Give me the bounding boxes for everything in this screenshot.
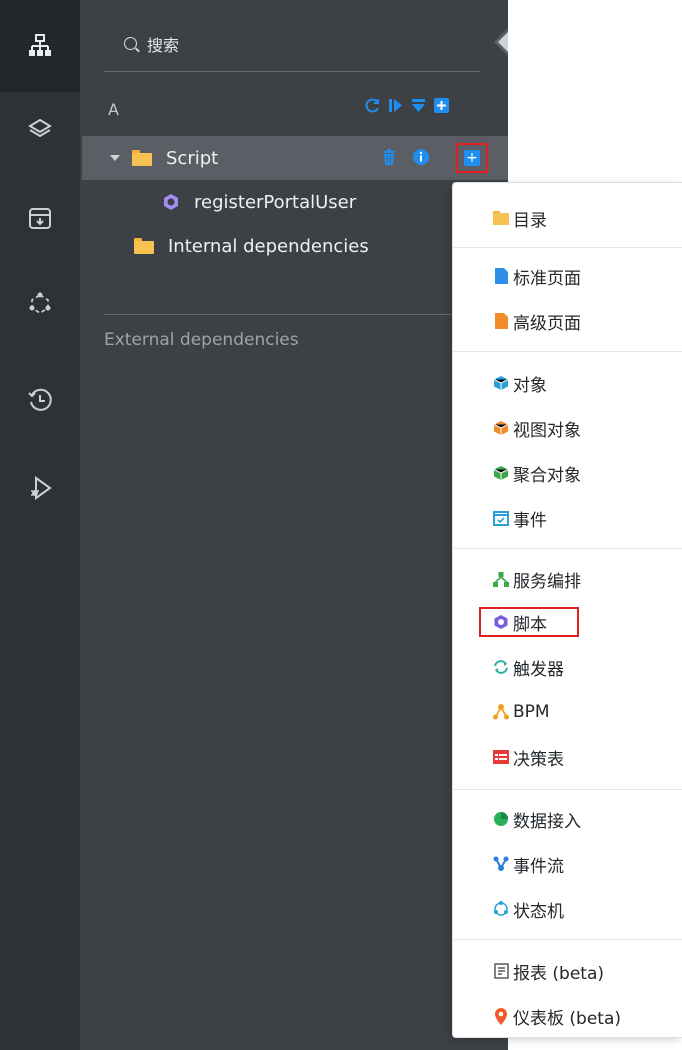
menu-item-data-integration[interactable]: 数据接入: [453, 801, 682, 837]
menu-item-service-orchestration[interactable]: 服务编排: [453, 561, 682, 597]
cube-icon: [493, 375, 509, 391]
bpm-icon: [493, 704, 509, 720]
collapse-panel-handle[interactable]: [494, 28, 508, 56]
hierarchy-icon[interactable]: [22, 28, 58, 64]
menu-item-event-stream[interactable]: 事件流: [453, 846, 682, 882]
pin-icon: [493, 1007, 509, 1025]
expand-caret-icon[interactable]: [110, 155, 120, 161]
menu-item-event[interactable]: 事件: [453, 500, 682, 536]
info-icon[interactable]: [412, 148, 430, 166]
network-icon: [493, 856, 509, 872]
debug-run-icon[interactable]: [22, 470, 58, 506]
history-icon[interactable]: [22, 382, 58, 418]
layers-icon[interactable]: [22, 112, 58, 148]
trash-icon[interactable]: [380, 148, 398, 166]
cube-icon: [493, 465, 509, 481]
menu-item-aggregate-object[interactable]: 聚合对象: [453, 455, 682, 491]
hexagon-icon: [493, 614, 509, 630]
menu-item-report[interactable]: 报表 (beta): [453, 953, 682, 989]
menu-item-trigger[interactable]: 触发器: [453, 649, 682, 685]
search-input[interactable]: 搜索: [104, 16, 480, 72]
search-icon: [124, 37, 137, 50]
trigger-icon: [493, 659, 509, 675]
calendar-icon: [493, 510, 509, 526]
add-child-button[interactable]: +: [456, 143, 488, 173]
group-toolbar: [364, 97, 450, 114]
menu-item-decision-table[interactable]: 决策表: [453, 739, 682, 775]
menu-separator: [453, 351, 682, 352]
menu-item-standard-page[interactable]: 标准页面: [453, 258, 682, 294]
pie-icon: [493, 811, 509, 827]
folder-icon: [134, 238, 154, 254]
archive-icon[interactable]: [22, 200, 58, 236]
menu-item-bpm[interactable]: BPM: [453, 694, 682, 730]
add-icon[interactable]: [433, 97, 450, 114]
tree-item-internal-dependencies[interactable]: Internal dependencies: [80, 224, 508, 268]
tree-item-script[interactable]: Script: [82, 136, 508, 180]
menu-item-script[interactable]: 脚本: [453, 604, 682, 640]
menu-item-state-machine[interactable]: 状态机: [453, 891, 682, 927]
section-divider: [104, 314, 508, 315]
page-icon: [493, 268, 509, 284]
menu-separator: [453, 548, 682, 549]
cycle-icon[interactable]: [22, 286, 58, 322]
refresh-icon[interactable]: [364, 97, 381, 114]
tree-item-label: Script: [166, 147, 219, 169]
cycle-icon: [493, 901, 509, 917]
add-context-menu: 目录 标准页面 高级页面 对象 视图对象 聚合对象 事件 服务编排 脚本 触发器: [452, 182, 682, 1038]
hexagon-script-icon: [164, 194, 178, 210]
menu-separator: [453, 789, 682, 790]
menu-separator: [453, 247, 682, 248]
tree-item-registerportaluser[interactable]: registerPortalUser: [80, 180, 508, 224]
folder-open-icon: [132, 150, 152, 166]
plus-icon: +: [464, 150, 480, 166]
table-icon: [493, 749, 509, 765]
menu-item-advanced-page[interactable]: 高级页面: [453, 303, 682, 339]
menu-item-dashboard[interactable]: 仪表板 (beta): [453, 998, 682, 1034]
group-header-label: A: [108, 100, 119, 119]
folder-icon: [493, 210, 509, 226]
row-toolbar: [380, 148, 430, 166]
menu-separator: [453, 939, 682, 940]
explorer-panel: 搜索 A Script + registerPortalUser Interna…: [80, 0, 508, 1050]
menu-item-view-object[interactable]: 视图对象: [453, 410, 682, 446]
activity-bar: [0, 0, 80, 1050]
collapse-down-icon[interactable]: [410, 97, 427, 114]
cube-icon: [493, 420, 509, 436]
tree-item-label: registerPortalUser: [194, 191, 357, 213]
search-placeholder: 搜索: [147, 35, 180, 55]
expand-right-icon[interactable]: [387, 97, 404, 114]
external-dependencies-label[interactable]: External dependencies: [104, 330, 299, 350]
tree-item-label: Internal dependencies: [168, 235, 369, 257]
menu-item-directory[interactable]: 目录: [453, 200, 682, 236]
menu-item-object[interactable]: 对象: [453, 365, 682, 401]
flow-icon: [493, 571, 509, 587]
report-icon: [493, 963, 509, 979]
page-icon: [493, 313, 509, 329]
